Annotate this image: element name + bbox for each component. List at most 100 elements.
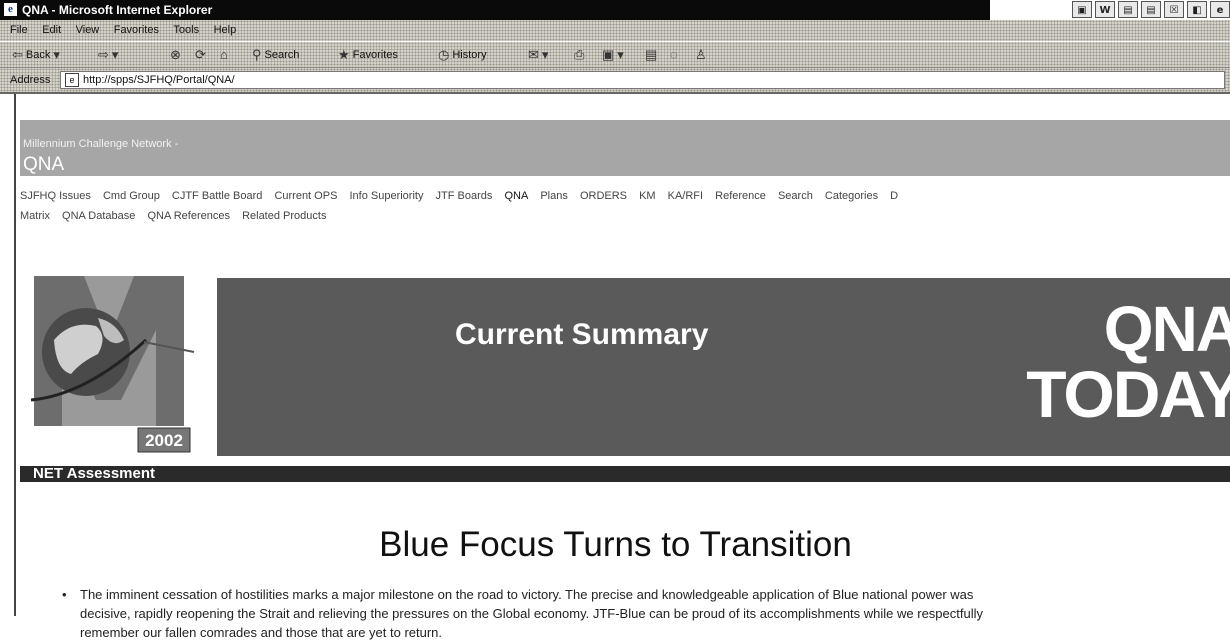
nav-link-jtf-boards[interactable]: JTF Boards xyxy=(436,190,493,202)
nav-link-km[interactable]: KM xyxy=(639,190,656,202)
nav-link-orders[interactable]: ORDERS xyxy=(580,190,627,202)
word-edit-icon: ▣ xyxy=(602,47,615,62)
address-label: Address xyxy=(10,74,51,86)
forward-arrow-icon: ⇨ xyxy=(98,47,109,62)
page-icon: e xyxy=(65,73,79,88)
taskbar-icon-3[interactable]: ▤ xyxy=(1118,1,1138,18)
top-navigation: SJFHQ Issues Cmd Group CJTF Battle Board… xyxy=(20,186,1230,226)
nav-link-plans[interactable]: Plans xyxy=(540,190,568,202)
standard-toolbar: ⇦ Back ▾ ⇨ ▾ ⊗ ⟳ ⌂ ⚲ Search ★ Favorites … xyxy=(0,42,1230,68)
nav-link-cjtf-battle-board[interactable]: CJTF Battle Board xyxy=(172,190,262,202)
headline: Blue Focus Turns to Transition xyxy=(379,525,852,564)
logo-year: 2002 xyxy=(145,431,183,450)
window-title: QNA - Microsoft Internet Explorer xyxy=(22,3,213,17)
address-url: http://spps/SJFHQ/Portal/QNA/ xyxy=(83,74,235,86)
print-button[interactable]: ⎙ xyxy=(574,47,584,63)
ie-throbber-icon: e xyxy=(1210,1,1230,18)
forward-button[interactable]: ⇨ ▾ xyxy=(98,47,118,63)
people-icon: ♙ xyxy=(695,47,707,62)
favorites-button[interactable]: ★ Favorites xyxy=(338,47,398,63)
nav-link-cmd-group[interactable]: Cmd Group xyxy=(103,190,160,202)
taskbar-icon-6[interactable]: ◧ xyxy=(1187,1,1207,18)
home-button[interactable]: ⌂ xyxy=(220,47,228,62)
left-frame-edge xyxy=(0,94,16,616)
menu-file[interactable]: File xyxy=(10,24,28,36)
qna-today-logo-line1: QNA xyxy=(1103,293,1230,365)
bullet-line: The imminent cessation of hostilities ma… xyxy=(80,587,974,602)
favorites-icon: ★ xyxy=(338,47,350,62)
current-summary-banner: Current Summary QNA TODAY xyxy=(217,278,1230,456)
nav-link-ka-rfi[interactable]: KA/RFI xyxy=(668,190,703,202)
history-button[interactable]: ◷ History xyxy=(438,47,487,63)
discuss-button[interactable]: ▤ xyxy=(645,47,657,63)
bullet-icon: • xyxy=(62,587,67,602)
qna-today-logo-line2: TODAY xyxy=(1026,357,1230,431)
ie-icon: e xyxy=(4,3,17,16)
back-dropdown-icon[interactable]: ▾ xyxy=(53,47,60,63)
messenger-icon: ◌ xyxy=(670,47,678,62)
nav-row-1: SJFHQ Issues Cmd Group CJTF Battle Board… xyxy=(20,186,1230,206)
mc02-logo-graphic: 2002 xyxy=(30,276,195,453)
mail-dropdown-icon[interactable]: ▾ xyxy=(542,47,549,63)
bullet-line: decisive, rapidly reopening the Strait a… xyxy=(80,606,983,621)
back-button[interactable]: ⇦ Back ▾ xyxy=(12,47,60,63)
nav-link-qna-database[interactable]: QNA Database xyxy=(62,210,135,222)
menu-edit[interactable]: Edit xyxy=(42,24,61,36)
menu-view[interactable]: View xyxy=(76,24,100,36)
close-icon[interactable]: ☒ xyxy=(1164,1,1184,18)
site-title[interactable]: QNA xyxy=(23,154,64,176)
menu-favorites[interactable]: Favorites xyxy=(114,24,159,36)
address-bar: Address e http://spps/SJFHQ/Portal/QNA/ xyxy=(0,68,1230,94)
messenger-button[interactable]: ◌ xyxy=(670,47,678,62)
back-label: Back xyxy=(25,49,51,61)
nav-link-reference[interactable]: Reference xyxy=(715,190,766,202)
banner-title: Current Summary xyxy=(455,318,709,351)
stop-button[interactable]: ⊗ xyxy=(170,47,181,63)
search-label: Search xyxy=(264,49,300,61)
refresh-button[interactable]: ⟳ xyxy=(195,47,206,63)
forward-dropdown-icon[interactable]: ▾ xyxy=(112,47,119,63)
favorites-label: Favorites xyxy=(352,49,398,61)
edit-dropdown-icon[interactable]: ▾ xyxy=(617,47,624,63)
nav-link-qna[interactable]: QNA xyxy=(504,190,528,202)
section-header: NET Assessment xyxy=(20,465,1230,482)
stop-icon: ⊗ xyxy=(170,47,181,62)
nav-row-2: Matrix QNA Database QNA References Relat… xyxy=(20,206,1230,226)
history-icon: ◷ xyxy=(438,47,450,62)
search-icon: ⚲ xyxy=(252,47,262,62)
nav-link-current-ops[interactable]: Current OPS xyxy=(274,190,337,202)
nav-link-search[interactable]: Search xyxy=(778,190,813,202)
nav-link-qna-references[interactable]: QNA References xyxy=(147,210,230,222)
menu-bar: File Edit View Favorites Tools Help xyxy=(0,20,1230,42)
network-title: Millennium Challenge Network - xyxy=(23,138,179,150)
bullet-line: remember our fallen comrades and those t… xyxy=(80,625,443,640)
discuss-icon: ▤ xyxy=(645,47,658,62)
nav-link-info-superiority[interactable]: Info Superiority xyxy=(349,190,423,202)
word-icon[interactable]: W xyxy=(1095,1,1115,18)
back-arrow-icon: ⇦ xyxy=(12,47,23,62)
section-title: NET Assessment xyxy=(33,465,155,482)
history-label: History xyxy=(452,49,487,61)
menu-tools[interactable]: Tools xyxy=(173,24,199,36)
nav-link-related-products[interactable]: Related Products xyxy=(242,210,326,222)
millennium-challenge-logo: 2002 xyxy=(26,270,204,460)
nav-link-d[interactable]: D xyxy=(890,190,898,202)
edit-button[interactable]: ▣ ▾ xyxy=(602,47,624,63)
search-button[interactable]: ⚲ Search xyxy=(252,47,299,63)
refresh-icon: ⟳ xyxy=(195,47,206,62)
taskbar-icon-1[interactable]: ▣ xyxy=(1072,1,1092,18)
nav-link-matrix[interactable]: Matrix xyxy=(20,210,50,222)
home-icon: ⌂ xyxy=(220,47,228,62)
taskbar-icon-4[interactable]: ▤ xyxy=(1141,1,1161,18)
window-controls: ▣ W ▤ ▤ ☒ ◧ e xyxy=(990,0,1230,20)
nav-link-categories[interactable]: Categories xyxy=(825,190,878,202)
site-header: Millennium Challenge Network - QNA xyxy=(20,128,1230,175)
assessment-bullets: • The imminent cessation of hostilities … xyxy=(62,585,1230,642)
mail-button[interactable]: ✉ ▾ xyxy=(528,47,548,63)
address-input[interactable]: e http://spps/SJFHQ/Portal/QNA/ xyxy=(60,71,1225,89)
print-icon: ⎙ xyxy=(574,47,585,62)
nav-link-sjfhq-issues[interactable]: SJFHQ Issues xyxy=(20,190,91,202)
mail-icon: ✉ xyxy=(528,47,539,62)
menu-help[interactable]: Help xyxy=(214,24,237,36)
research-button[interactable]: ♙ xyxy=(695,47,707,63)
